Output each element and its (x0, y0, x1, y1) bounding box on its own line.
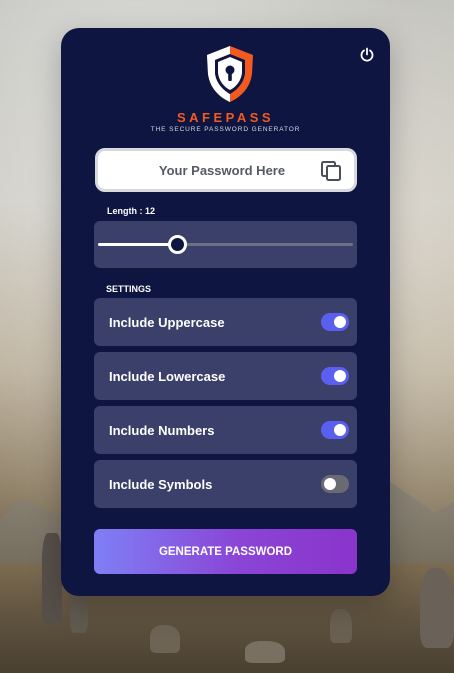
lowercase-toggle[interactable] (321, 367, 349, 385)
length-slider-fill (98, 243, 178, 246)
length-slider-panel (94, 221, 357, 268)
password-placeholder: Your Password Here (158, 162, 286, 178)
generator-card: SAFEPASS THE SECURE PASSWORD GENERATOR Y… (61, 28, 390, 596)
symbols-toggle[interactable] (321, 475, 349, 493)
settings-heading: SETTINGS (106, 284, 152, 294)
length-slider-track[interactable] (98, 243, 353, 246)
numbers-toggle[interactable] (321, 421, 349, 439)
power-icon[interactable] (358, 46, 376, 64)
option-numbers: Include Numbers (94, 406, 357, 454)
shield-lock-logo (203, 44, 257, 104)
option-label: Include Uppercase (109, 314, 225, 330)
option-symbols: Include Symbols (94, 460, 357, 508)
option-uppercase: Include Uppercase (94, 298, 357, 346)
option-label: Include Lowercase (109, 368, 226, 384)
brand-tagline: THE SECURE PASSWORD GENERATOR (150, 126, 301, 133)
option-label: Include Symbols (109, 476, 213, 492)
copy-icon[interactable] (320, 160, 342, 182)
length-label: Length : 12 (107, 206, 156, 216)
option-lowercase: Include Lowercase (94, 352, 357, 400)
generate-password-button[interactable]: GENERATE PASSWORD (94, 529, 357, 574)
brand-name: SAFEPASS (176, 110, 275, 125)
password-output[interactable]: Your Password Here (95, 148, 357, 192)
length-slider-thumb[interactable] (168, 235, 188, 254)
option-label: Include Numbers (109, 422, 215, 438)
uppercase-toggle[interactable] (321, 313, 349, 331)
